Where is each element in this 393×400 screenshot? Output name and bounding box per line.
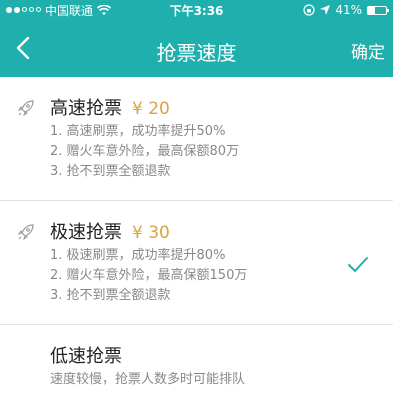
option-detail: 2. 赠火车意外险，最高保额150万 — [50, 268, 248, 283]
checkmark-icon — [348, 257, 368, 272]
option-price: ¥ 30 — [132, 223, 170, 243]
option-detail: 2. 赠火车意外险，最高保额80万 — [50, 144, 240, 159]
status-time: 下午3:36 — [169, 4, 224, 18]
page-title: 抢票速度 — [156, 41, 237, 65]
rocket-icon — [17, 100, 34, 117]
option-name: 高速抢票 — [50, 98, 122, 119]
option-detail: 1. 极速刷票，成功率提升80% — [50, 248, 226, 263]
option-ultra-speed[interactable]: 极速抢票 ¥ 30 1. 极速刷票，成功率提升80% 2. 赠火车意外险，最高保… — [0, 201, 393, 325]
option-detail: 速度较慢，抢票人数多时可能排队 — [50, 372, 246, 387]
rocket-icon — [17, 224, 34, 241]
speed-options-list: 高速抢票 ¥ 20 1. 高速刷票，成功率提升50% 2. 赠火车意外险，最高保… — [0, 77, 393, 400]
option-title: 高速抢票 ¥ 20 — [50, 94, 373, 120]
option-title: 极速抢票 ¥ 30 — [50, 218, 373, 244]
option-high-speed[interactable]: 高速抢票 ¥ 20 1. 高速刷票，成功率提升50% 2. 赠火车意外险，最高保… — [0, 77, 393, 201]
option-title: 低速抢票 — [50, 342, 373, 368]
status-bar: 中国联通 下午3:36 41% — [0, 0, 393, 20]
option-detail: 3. 抢不到票全额退款 — [50, 288, 171, 303]
option-detail: 3. 抢不到票全额退款 — [50, 164, 171, 179]
battery-icon — [367, 5, 389, 15]
option-name: 低速抢票 — [50, 346, 122, 367]
option-price: ¥ 20 — [132, 99, 170, 119]
option-low-speed[interactable]: 低速抢票 速度较慢，抢票人数多时可能排队 — [0, 325, 393, 400]
confirm-button[interactable]: 确定 — [351, 38, 385, 63]
option-name: 极速抢票 — [50, 222, 122, 243]
nav-bar: 抢票速度 确定 — [0, 20, 393, 77]
option-detail: 1. 高速刷票，成功率提升50% — [50, 124, 226, 139]
